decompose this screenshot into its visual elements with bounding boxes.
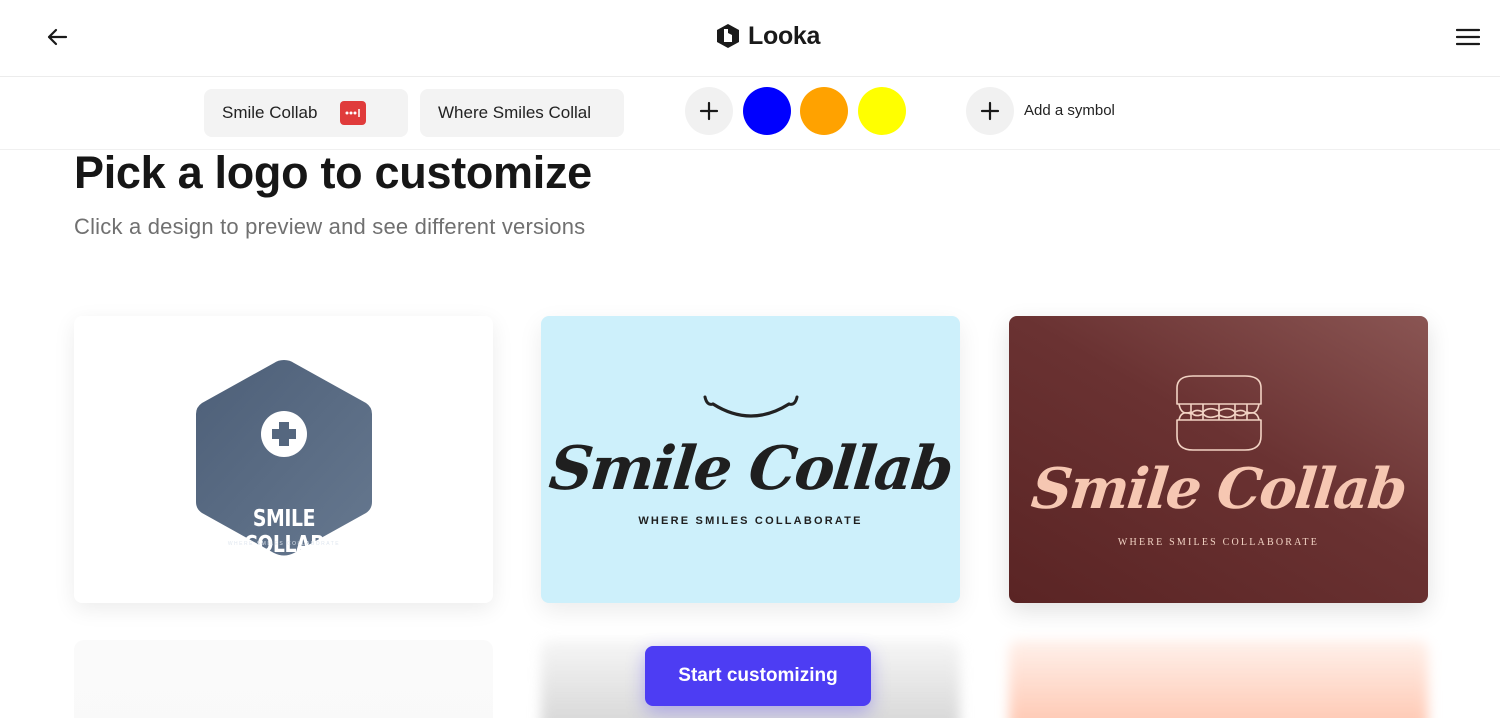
company-name-field[interactable]: Smile Collab (204, 89, 408, 137)
page-subtitle: Click a design to preview and see differ… (74, 214, 586, 239)
color-swatch-blue[interactable] (743, 87, 791, 135)
add-symbol-label[interactable]: Add a symbol (1024, 102, 1115, 119)
page-title: Pick a logo to customize (74, 147, 592, 198)
logo-card-6-preview[interactable] (1009, 640, 1428, 718)
card-2-name: Smile Collab (545, 434, 956, 504)
brand-name: Looka (748, 21, 821, 50)
slogan-field[interactable]: Where Smiles Collal (420, 89, 624, 137)
card-1-name: SMILE COLLAB (243, 506, 325, 558)
color-swatch-orange[interactable] (800, 87, 848, 135)
hexagon-badge: SMILE COLLAB WHERE SMILES COLLABORATE (194, 356, 374, 560)
add-color-button[interactable] (685, 87, 733, 135)
logo-card-3[interactable]: Smile Collab WHERE SMILES COLLABORATE (1009, 316, 1428, 603)
add-symbol-button[interactable] (966, 87, 1014, 135)
logo-options-toolbar: Smile Collab Where Smiles Collal Add a s… (0, 78, 1500, 150)
logo-card-2[interactable]: Smile Collab WHERE SMILES COLLABORATE (541, 316, 960, 603)
color-swatch-yellow[interactable] (858, 87, 906, 135)
back-button[interactable] (40, 20, 74, 54)
menu-button[interactable] (1452, 22, 1484, 52)
card-3-name: Smile Collab (1028, 456, 1409, 522)
plus-icon (699, 101, 719, 121)
top-nav: Looka (0, 0, 1500, 77)
card-3-slogan: WHERE SMILES COLLABORATE (1117, 537, 1320, 548)
arrow-left-icon (47, 28, 68, 46)
smile-icon (703, 395, 799, 418)
font-picker-icon (345, 109, 360, 117)
card-2-slogan: WHERE SMILES COLLABORATE (638, 515, 863, 527)
looka-logo-icon (717, 24, 739, 48)
brand[interactable]: Looka (716, 20, 820, 52)
company-name-value: Smile Collab (222, 103, 318, 122)
start-customizing-button[interactable]: Start customizing (645, 646, 871, 706)
slogan-value: Where Smiles Collal (438, 103, 592, 122)
plus-icon (980, 101, 1000, 121)
logo-card-1[interactable]: SMILE COLLAB WHERE SMILES COLLABORATE (74, 316, 493, 603)
hamburger-menu-icon (1456, 28, 1480, 46)
logo-card-4-preview[interactable] (74, 640, 493, 718)
font-picker-button[interactable] (340, 101, 366, 125)
teeth-icon (1176, 375, 1262, 451)
card-1-slogan: WHERE SMILES COLLABORATE (227, 541, 341, 547)
